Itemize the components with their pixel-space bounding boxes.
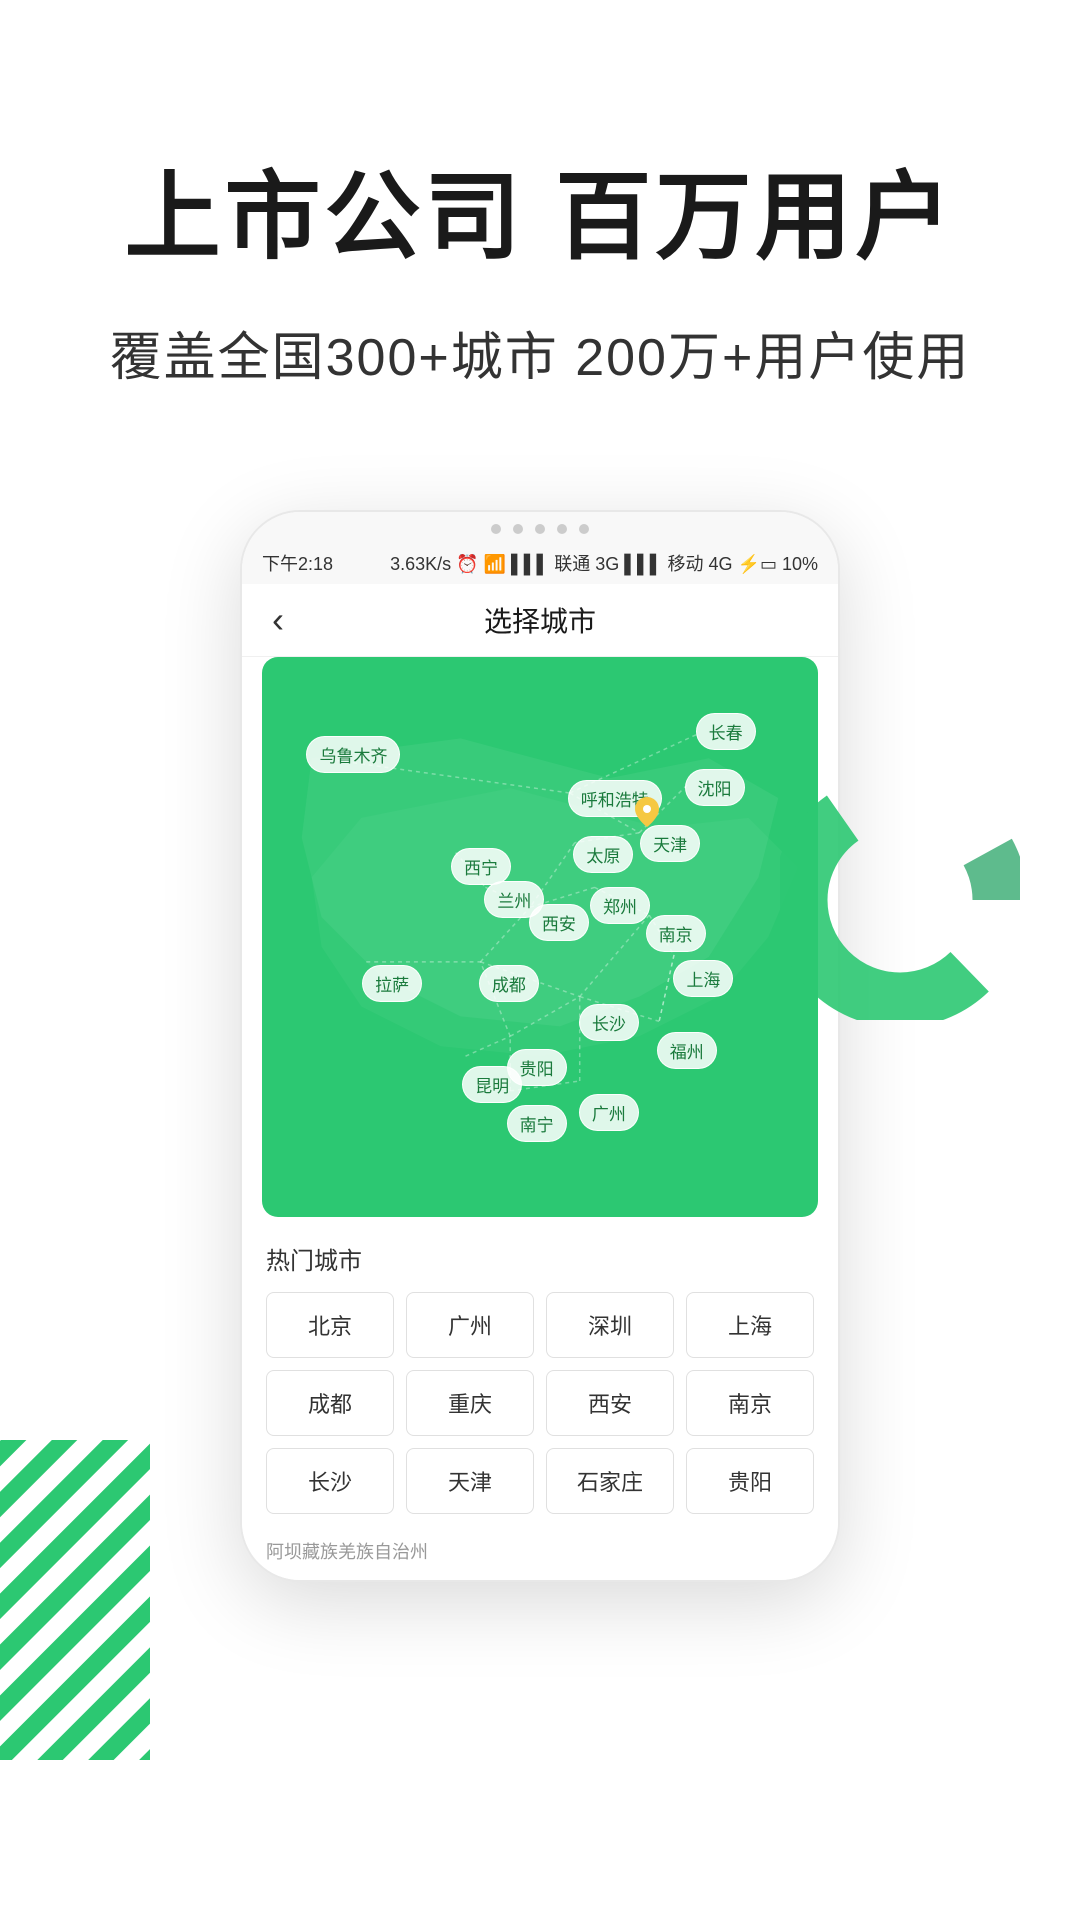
city-pin[interactable]: 昆明 (462, 1066, 522, 1103)
hot-city-button[interactable]: 深圳 (546, 1292, 674, 1358)
cities-grid: 北京广州深圳上海成都重庆西安南京长沙天津石家庄贵阳 (266, 1292, 814, 1514)
phone-dots (491, 524, 589, 534)
phone-mockup-container: 下午2:18 3.63K/s ⏰ 📶 ▌▌▌ 联通 3G ▌▌▌ 移动 4G ⚡… (90, 510, 990, 1582)
location-marker (635, 797, 659, 832)
bottom-region-text: 阿坝藏族羌族自治州 (266, 1530, 814, 1580)
main-title: 上市公司 百万用户 (80, 160, 1000, 275)
nav-bar: ‹ 选择城市 (242, 584, 838, 657)
city-pin[interactable]: 上海 (673, 960, 733, 997)
city-pin[interactable]: 成都 (479, 965, 539, 1002)
city-pin[interactable]: 广州 (579, 1094, 639, 1131)
city-pin[interactable]: 长春 (696, 713, 756, 750)
city-pin[interactable]: 郑州 (590, 887, 650, 924)
dot4 (557, 524, 567, 534)
city-map[interactable]: 乌鲁木齐长春沈阳呼和浩特天津太原西宁兰州西安郑州南京上海拉萨成都长沙福州贵阳昆明… (262, 657, 818, 1217)
dot3 (535, 524, 545, 534)
hot-city-button[interactable]: 西安 (546, 1370, 674, 1436)
page-title: 选择城市 (484, 600, 596, 640)
top-section: 上市公司 百万用户 覆盖全国300+城市 200万+用户使用 (0, 0, 1080, 450)
city-pin[interactable]: 南宁 (507, 1105, 567, 1142)
hot-city-button[interactable]: 长沙 (266, 1448, 394, 1514)
status-network: 3.63K/s ⏰ 📶 ▌▌▌ 联通 3G ▌▌▌ 移动 4G ⚡▭ 10% (390, 550, 818, 576)
hot-city-button[interactable]: 重庆 (406, 1370, 534, 1436)
city-pin[interactable]: 乌鲁木齐 (306, 736, 400, 773)
city-pin[interactable]: 长沙 (579, 1004, 639, 1041)
dot2 (513, 524, 523, 534)
city-pin[interactable]: 福州 (657, 1032, 717, 1069)
city-pin[interactable]: 沈阳 (685, 769, 745, 806)
hot-city-button[interactable]: 天津 (406, 1448, 534, 1514)
status-bar: 下午2:18 3.63K/s ⏰ 📶 ▌▌▌ 联通 3G ▌▌▌ 移动 4G ⚡… (242, 542, 838, 584)
dot1 (491, 524, 501, 534)
status-time: 下午2:18 (262, 550, 333, 576)
hot-city-button[interactable]: 上海 (686, 1292, 814, 1358)
hot-city-button[interactable]: 南京 (686, 1370, 814, 1436)
city-pin[interactable]: 拉萨 (362, 965, 422, 1002)
back-button[interactable]: ‹ (272, 599, 284, 641)
hot-city-button[interactable]: 石家庄 (546, 1448, 674, 1514)
hot-city-button[interactable]: 成都 (266, 1370, 394, 1436)
sub-title: 覆盖全国300+城市 200万+用户使用 (80, 315, 1000, 390)
city-pins: 乌鲁木齐长春沈阳呼和浩特天津太原西宁兰州西安郑州南京上海拉萨成都长沙福州贵阳昆明… (262, 657, 818, 1217)
circle-decoration (780, 780, 1020, 1020)
phone-top (242, 512, 838, 542)
dot5 (579, 524, 589, 534)
city-pin[interactable]: 西安 (529, 904, 589, 941)
hot-city-button[interactable]: 贵阳 (686, 1448, 814, 1514)
hot-city-button[interactable]: 广州 (406, 1292, 534, 1358)
phone-mockup: 下午2:18 3.63K/s ⏰ 📶 ▌▌▌ 联通 3G ▌▌▌ 移动 4G ⚡… (240, 510, 840, 1582)
section-title: 热门城市 (266, 1241, 814, 1276)
city-pin[interactable]: 太原 (573, 836, 633, 873)
city-pin[interactable]: 西宁 (451, 848, 511, 885)
hot-cities-section: 热门城市 北京广州深圳上海成都重庆西安南京长沙天津石家庄贵阳 阿坝藏族羌族自治州 (242, 1217, 838, 1580)
hot-city-button[interactable]: 北京 (266, 1292, 394, 1358)
city-pin[interactable]: 南京 (646, 915, 706, 952)
